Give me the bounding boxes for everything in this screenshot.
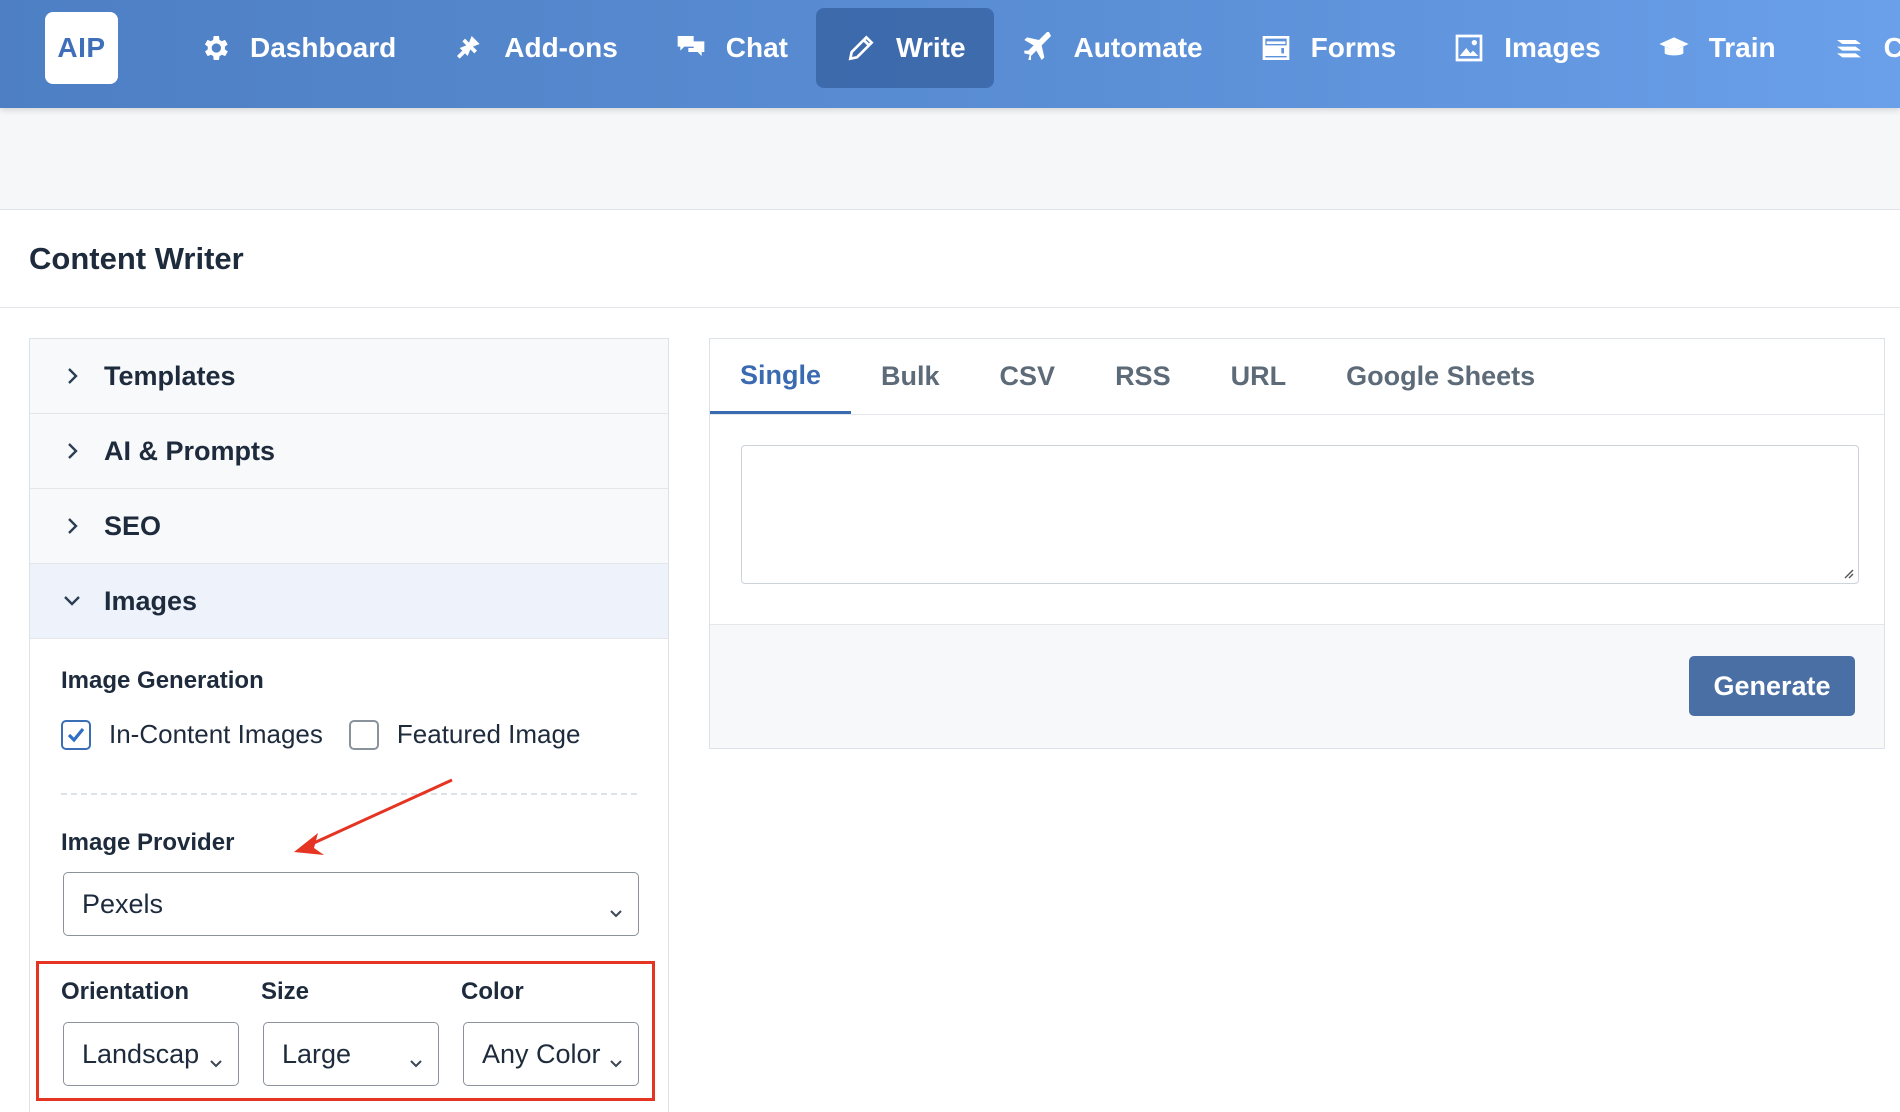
tab-google-sheets[interactable]: Google Sheets bbox=[1316, 339, 1565, 414]
chevron-right-icon bbox=[62, 441, 82, 461]
image-provider-label: Image Provider bbox=[61, 829, 235, 856]
nav-label: Cred bbox=[1883, 32, 1900, 63]
image-provider-select[interactable]: Pexels bbox=[63, 872, 639, 936]
accordion-seo[interactable]: SEO bbox=[30, 489, 668, 564]
chevron-down-icon bbox=[408, 1047, 424, 1068]
chevron-down-icon bbox=[608, 897, 624, 918]
chevron-down-icon bbox=[608, 1047, 624, 1068]
image-icon bbox=[1452, 31, 1486, 65]
resize-handle-icon[interactable] bbox=[1840, 565, 1854, 579]
writer-panel: Single Bulk CSV RSS URL Google Sheets Ge… bbox=[709, 338, 1885, 749]
chevron-down-icon bbox=[208, 1047, 224, 1068]
orientation-value: Landscap bbox=[82, 1038, 200, 1069]
nav-item-write[interactable]: Write bbox=[816, 8, 994, 88]
in-content-images-label[interactable]: In-Content Images bbox=[109, 719, 323, 750]
divider bbox=[61, 793, 637, 795]
tab-url[interactable]: URL bbox=[1201, 339, 1317, 414]
tab-rss[interactable]: RSS bbox=[1085, 339, 1201, 414]
cred-icon bbox=[1832, 31, 1866, 65]
accordion-label: SEO bbox=[104, 510, 162, 541]
orientation-label: Orientation bbox=[61, 978, 190, 1005]
accordion-ai-prompts[interactable]: AI & Prompts bbox=[30, 414, 668, 489]
in-content-images-checkbox[interactable] bbox=[61, 719, 91, 750]
nav-item-cred[interactable]: Cred bbox=[1804, 8, 1900, 88]
nav-label: Train bbox=[1708, 32, 1776, 63]
nav-label: Forms bbox=[1310, 32, 1397, 63]
chat-icon bbox=[674, 31, 708, 65]
orientation-select[interactable]: Landscap bbox=[63, 1022, 239, 1086]
main-nav: Dashboard Add-ons Chat Write Automate Fo… bbox=[170, 8, 1900, 88]
nav-item-forms[interactable]: Forms bbox=[1231, 8, 1425, 88]
tab-single[interactable]: Single bbox=[710, 339, 852, 414]
app-logo[interactable]: AIP bbox=[45, 12, 118, 84]
nav-label: Add-ons bbox=[504, 32, 618, 63]
accordion-label: Images bbox=[104, 585, 198, 616]
gear-icon bbox=[198, 31, 232, 65]
nav-item-automate[interactable]: Automate bbox=[994, 8, 1231, 88]
tab-csv[interactable]: CSV bbox=[970, 339, 1086, 414]
size-label: Size bbox=[261, 978, 310, 1005]
accordion-label: Templates bbox=[104, 360, 236, 391]
accordion-templates[interactable]: Templates bbox=[30, 339, 668, 414]
featured-image-label[interactable]: Featured Image bbox=[397, 719, 581, 750]
top-navigation-bar: AIP Dashboard Add-ons Chat Write Automat… bbox=[0, 0, 1900, 108]
plane-icon bbox=[1022, 31, 1056, 65]
nav-item-chat[interactable]: Chat bbox=[646, 8, 816, 88]
card-header: Content Writer bbox=[0, 210, 1900, 308]
nav-item-add-ons[interactable]: Add-ons bbox=[424, 8, 646, 88]
plug-icon bbox=[452, 31, 486, 65]
nav-item-train[interactable]: Train bbox=[1629, 8, 1804, 88]
form-icon bbox=[1259, 31, 1293, 65]
page-title: Content Writer bbox=[29, 240, 244, 276]
accordion-label: AI & Prompts bbox=[104, 435, 276, 466]
nav-label: Dashboard bbox=[250, 32, 397, 63]
chevron-right-icon bbox=[62, 366, 82, 386]
nav-label: Chat bbox=[725, 32, 789, 63]
color-label: Color bbox=[461, 978, 524, 1005]
featured-image-checkbox[interactable] bbox=[348, 719, 379, 750]
chevron-right-icon bbox=[62, 516, 82, 536]
tab-bulk[interactable]: Bulk bbox=[851, 339, 970, 414]
image-provider-value: Pexels bbox=[82, 888, 164, 919]
writer-tabs: Single Bulk CSV RSS URL Google Sheets bbox=[710, 339, 1884, 415]
size-select[interactable]: Large bbox=[263, 1022, 439, 1086]
image-generation-options: In-Content Images Featured Image bbox=[61, 719, 606, 750]
accordion-images[interactable]: Images bbox=[30, 564, 668, 639]
color-select[interactable]: Any Color bbox=[463, 1022, 639, 1086]
settings-accordion: Templates AI & Prompts SEO Images Image … bbox=[29, 338, 669, 1112]
content-writer-card: Content Writer Templates AI & Prompts SE… bbox=[0, 209, 1900, 1112]
nav-label: Images bbox=[1504, 32, 1601, 63]
nav-item-images[interactable]: Images bbox=[1424, 8, 1629, 88]
nav-label: Automate bbox=[1073, 32, 1203, 63]
graduation-cap-icon bbox=[1657, 31, 1691, 65]
nav-item-dashboard[interactable]: Dashboard bbox=[170, 8, 424, 88]
pencil-icon bbox=[844, 31, 878, 65]
chevron-down-icon bbox=[62, 591, 82, 611]
generate-button[interactable]: Generate bbox=[1689, 656, 1855, 716]
nav-label: Write bbox=[896, 32, 966, 63]
writer-footer: Generate bbox=[710, 624, 1884, 748]
topic-textarea[interactable] bbox=[741, 445, 1859, 584]
image-generation-label: Image Generation bbox=[61, 667, 264, 694]
checkmark-icon bbox=[67, 727, 85, 742]
size-value: Large bbox=[282, 1038, 352, 1069]
color-value: Any Color bbox=[482, 1038, 601, 1069]
